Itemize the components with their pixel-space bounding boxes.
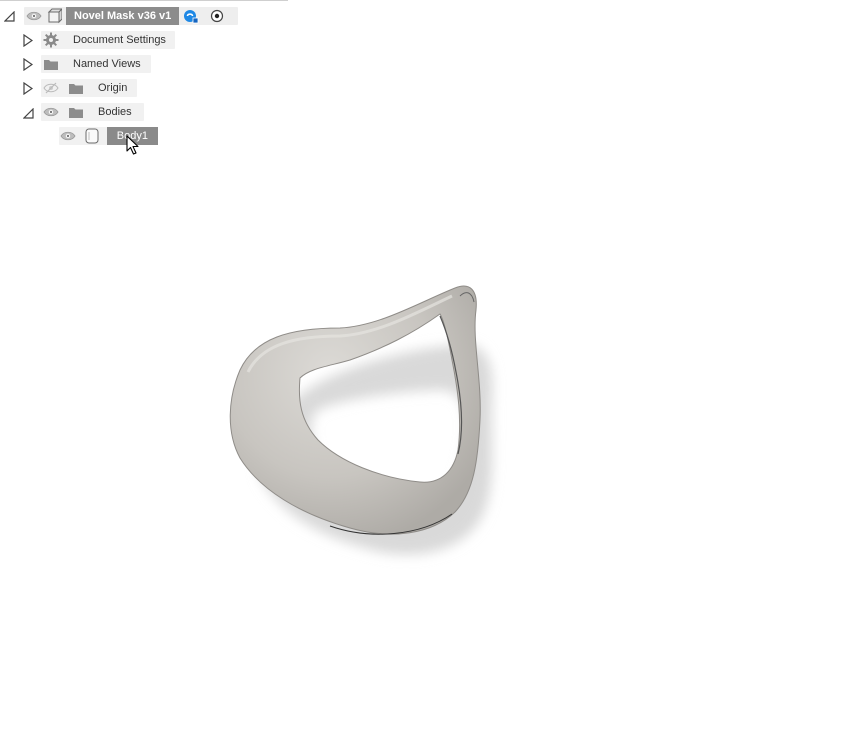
folder-icon [66,79,86,97]
collapse-triangle-icon[interactable] [3,8,15,24]
folder-icon [41,55,61,73]
folder-icon [66,103,86,121]
design-workspace: Novel Mask v36 v1 Document Settings Name… [0,0,864,748]
mouse-pointer-icon [126,135,140,160]
collapse-triangle-icon[interactable] [22,105,34,121]
bodies-label[interactable]: Bodies [98,103,132,121]
link-icon[interactable] [181,7,201,25]
eye-icon[interactable] [41,103,61,121]
eye-hidden-icon[interactable] [41,79,61,97]
body-icon [83,127,102,145]
browser-item-origin[interactable]: Origin [0,79,200,97]
browser-root-row[interactable]: Novel Mask v36 v1 [0,7,290,25]
eye-icon[interactable] [24,7,44,25]
component-icon [44,7,64,25]
expand-triangle-icon[interactable] [22,56,34,72]
eye-icon[interactable] [59,127,78,145]
browser-item-body1[interactable]: Body1 [0,127,200,145]
document-settings-label[interactable]: Document Settings [73,31,166,49]
browser-item-document-settings[interactable]: Document Settings [0,31,200,49]
panel-top-rule [0,0,288,1]
gear-icon [41,31,61,49]
browser-item-named-views[interactable]: Named Views [0,55,200,73]
root-component-label[interactable]: Novel Mask v36 v1 [66,7,180,25]
origin-label[interactable]: Origin [98,79,127,97]
expand-triangle-icon[interactable] [22,32,34,48]
expand-triangle-icon[interactable] [22,80,34,96]
browser-item-bodies[interactable]: Bodies [0,103,200,121]
named-views-label[interactable]: Named Views [73,55,141,73]
radio-activate-icon[interactable] [207,7,227,25]
